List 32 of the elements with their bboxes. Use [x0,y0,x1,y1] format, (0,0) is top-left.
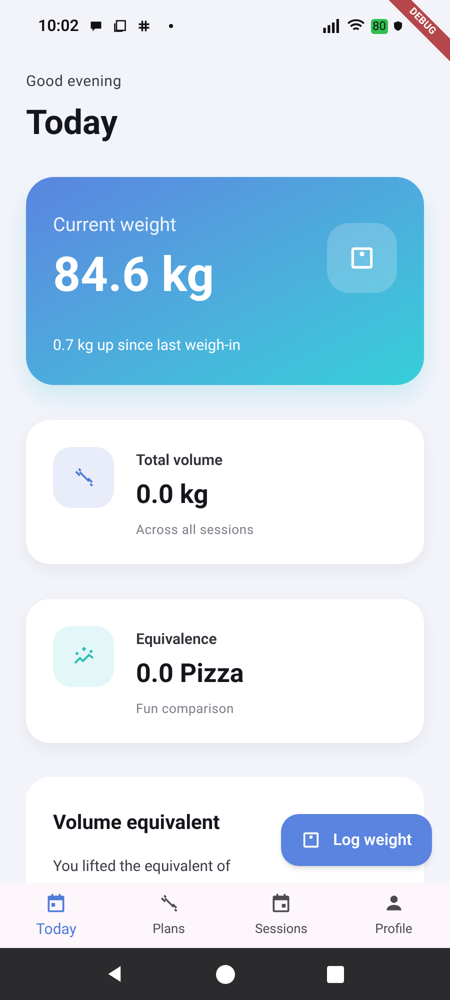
stat-value: 0.0 kg [136,479,210,511]
signal-icon [322,19,340,33]
scale-icon [301,830,322,850]
stat-caption: Fun comparison [136,701,236,719]
dot-icon [168,24,173,28]
nav-tab[interactable]: Profile [338,883,450,948]
calendar-icon [45,892,68,914]
stat-label: Total volume [136,450,224,470]
stat-label: Equivalence [136,628,218,650]
stat-caption: Across all sessions [136,522,254,540]
chat-icon [88,19,103,33]
calendar-icon [270,892,292,914]
nav-tab[interactable]: Plans [112,883,225,948]
home-icon[interactable] [216,964,235,984]
greeting: Good evening [26,71,123,92]
nav-tab[interactable]: Sessions [225,883,338,948]
equivalent-text: You lifted the equivalent of [53,856,232,876]
equivalent-title: Volume equivalent [53,808,221,836]
log-weight-button[interactable]: Log weight [281,814,432,866]
wifi-icon [346,19,364,33]
copy-icon [112,19,127,33]
nav-tab[interactable]: Today [0,883,112,948]
weight-label: Current weight [53,212,178,238]
hash-icon [136,19,151,33]
weight-value: 84.6 kg [53,247,216,303]
weight-change: 0.7 kg up since last weigh-in [53,335,241,356]
battery-level: 80 [370,18,388,34]
recents-icon[interactable] [327,966,344,982]
status-time: 10:02 [38,15,79,37]
page-title: Today [26,102,119,142]
shield-icon [394,21,402,31]
stat-value: 0.0 Pizza [136,658,244,690]
